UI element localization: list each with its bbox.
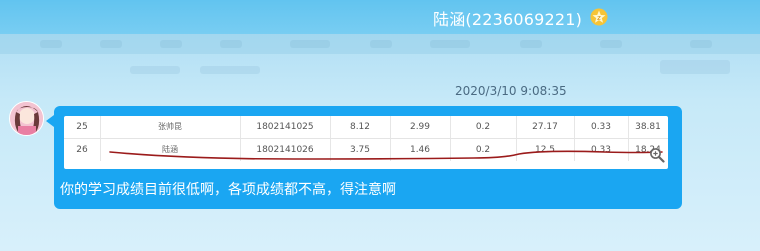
zoom-in-icon[interactable] (649, 147, 665, 163)
toolbar-ghost-item (290, 40, 330, 48)
background-ghost (130, 66, 180, 74)
avatar-image (10, 102, 43, 135)
avatar[interactable] (9, 101, 44, 136)
toolbar-background (0, 34, 760, 54)
svg-text:z: z (597, 14, 601, 22)
title-bar: 陆涵(2236069221) z (0, 0, 760, 34)
message-timestamp: 2020/3/10 9:08:35 (455, 84, 567, 98)
toolbar-ghost-item (100, 40, 122, 48)
toolbar-ghost-item (220, 40, 242, 48)
bubble-tail (46, 115, 54, 127)
toolbar-ghost-item (40, 40, 62, 48)
background-ghost (200, 66, 260, 74)
toolbar-ghost-item (600, 40, 622, 48)
toolbar-ghost-item (430, 40, 470, 48)
message-text: 你的学习成绩目前很低啊，各项成绩都不高，得注意啊 (60, 182, 396, 198)
toolbar-ghost-item (520, 40, 542, 48)
table-screenshot-image[interactable]: 25 张帅昆 1802141025 8.12 2.99 0.2 27.17 0.… (64, 116, 668, 169)
background-ghost (660, 60, 730, 74)
vip-star-icon[interactable]: z (590, 8, 608, 26)
toolbar-ghost-item (160, 40, 182, 48)
toolbar-ghost-item (370, 40, 392, 48)
red-underline-annotation (109, 150, 663, 160)
toolbar-ghost-item (690, 40, 712, 48)
chat-contact-title: 陆涵(2236069221) (433, 10, 583, 29)
